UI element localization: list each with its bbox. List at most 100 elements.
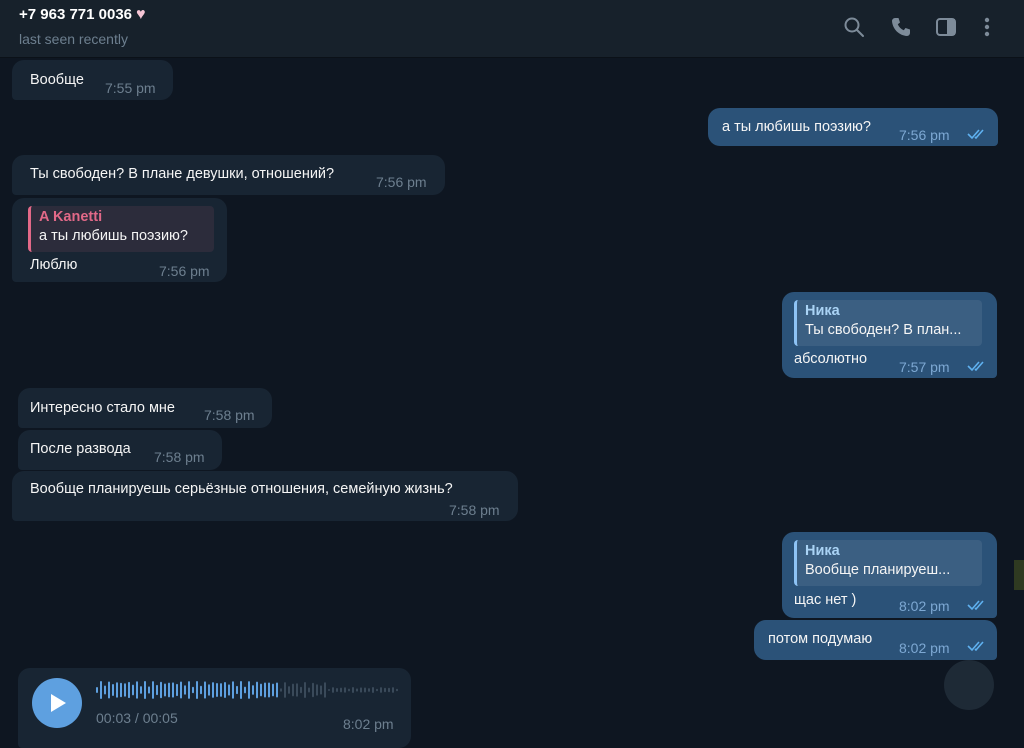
waveform-bar [120, 682, 122, 698]
waveform-bar [308, 687, 310, 693]
waveform-bar [288, 686, 290, 694]
message-time: 7:55 pm [105, 80, 156, 96]
message-incoming[interactable]: Вообще 7:55 pm [12, 60, 173, 100]
sidebar-toggle-icon[interactable] [935, 16, 957, 38]
waveform-bar [156, 684, 158, 696]
waveform-bar [372, 687, 374, 693]
waveform-bar [132, 684, 134, 696]
waveform-bar [136, 681, 138, 699]
message-outgoing[interactable]: а ты любишь поэзию? 7:56 pm [708, 108, 998, 146]
message-text: Люблю [30, 257, 78, 273]
waveform-bar [168, 682, 170, 698]
waveform-bar [316, 684, 318, 696]
more-vertical-icon[interactable] [976, 16, 998, 38]
waveform-bar [392, 687, 394, 693]
waveform-bar [260, 683, 262, 697]
waveform-bar [216, 682, 218, 698]
waveform-bar [232, 681, 234, 699]
waveform-bar [116, 682, 118, 698]
reply-author: Ника [805, 543, 840, 559]
double-check-icon [967, 599, 989, 611]
message-incoming[interactable]: Интересно стало мне 7:58 pm [18, 388, 272, 428]
reply-quote[interactable]: Ника Ты свободен? В план... [794, 300, 982, 346]
reply-text: Вообще планируеш... [805, 562, 951, 578]
contact-name[interactable]: +7 963 771 0036 ♥ [19, 6, 146, 24]
reply-quote[interactable]: Ника Вообще планируеш... [794, 540, 982, 586]
message-outgoing[interactable]: потом подумаю 8:02 pm [754, 620, 997, 660]
voice-progress: 00:03 / 00:05 [96, 710, 178, 726]
waveform-bar [164, 683, 166, 697]
waveform-bar [196, 681, 198, 699]
message-outgoing-reply[interactable]: Ника Вообще планируеш... щас нет ) 8:02 … [782, 532, 997, 618]
message-incoming[interactable]: Ты свободен? В плане девушки, отношений?… [12, 155, 445, 195]
waveform-bar [340, 687, 342, 693]
waveform-bar [348, 688, 350, 692]
search-icon[interactable] [843, 16, 865, 38]
waveform-bar [284, 682, 286, 698]
play-button[interactable] [32, 678, 82, 728]
message-time: 8:02 pm [343, 716, 394, 732]
message-text: абсолютно [794, 351, 868, 367]
contact-status: last seen recently [19, 31, 128, 47]
message-text: Ты свободен? В плане девушки, отношений? [30, 166, 335, 182]
window-edge [1014, 560, 1024, 590]
reply-text: а ты любишь поэзию? [39, 228, 188, 244]
waveform-bar [380, 687, 382, 693]
waveform-bar [172, 682, 174, 698]
waveform-bar [312, 682, 314, 698]
reply-author: Ника [805, 303, 840, 319]
double-check-icon [967, 640, 989, 652]
waveform-bar [332, 687, 334, 693]
waveform-bar [364, 687, 366, 693]
heart-icon: ♥ [136, 6, 146, 23]
reply-text: Ты свободен? В план... [805, 322, 962, 338]
waveform-bar [256, 681, 258, 699]
waveform-bar [96, 687, 98, 693]
waveform-bar [320, 685, 322, 695]
waveform-bar [376, 688, 378, 692]
message-text: Вообще планируешь серьёзные отношения, с… [30, 481, 453, 497]
waveform-bar [180, 681, 182, 699]
waveform-bar [204, 681, 206, 699]
double-check-icon [967, 128, 989, 140]
waveform-bar [160, 681, 162, 699]
voice-message[interactable]: 00:03 / 00:05 8:02 pm [18, 668, 411, 748]
waveform-bar [140, 686, 142, 694]
waveform-bar [324, 682, 326, 698]
waveform-bar [280, 688, 282, 692]
waveform-bar [276, 682, 278, 698]
waveform-bar [248, 681, 250, 699]
message-time: 7:58 pm [204, 407, 255, 423]
message-time: 7:56 pm [376, 174, 427, 190]
waveform-bar [352, 687, 354, 693]
reply-quote[interactable]: A Kanetti а ты любишь поэзию? [28, 206, 214, 252]
waveform-bar [300, 686, 302, 694]
reply-author: A Kanetti [39, 209, 103, 225]
message-incoming[interactable]: Вообще планируешь серьёзные отношения, с… [12, 471, 518, 521]
waveform-bar [396, 688, 398, 692]
message-text: потом подумаю [768, 631, 873, 647]
waveform-bar [268, 682, 270, 698]
waveform-bar [212, 682, 214, 698]
message-time: 8:02 pm [899, 598, 950, 614]
contact-title[interactable]: +7 963 771 0036 [19, 6, 132, 23]
play-icon [51, 694, 66, 712]
waveform-bar [144, 681, 146, 699]
waveform-bar [124, 683, 126, 697]
waveform-bar [292, 683, 294, 697]
waveform-bar [176, 683, 178, 697]
message-time: 7:56 pm [899, 127, 950, 143]
voice-waveform[interactable] [96, 680, 400, 700]
scroll-down-button[interactable] [944, 660, 994, 710]
message-text: Вообще [30, 72, 84, 88]
phone-icon[interactable] [890, 16, 912, 38]
waveform-bar [252, 685, 254, 695]
waveform-bar [200, 685, 202, 695]
waveform-bar [360, 687, 362, 693]
waveform-bar [356, 688, 358, 692]
message-outgoing-reply[interactable]: Ника Ты свободен? В план... абсолютно 7:… [782, 292, 997, 378]
message-incoming-reply[interactable]: A Kanetti а ты любишь поэзию? Люблю 7:56… [12, 198, 227, 282]
message-incoming[interactable]: После развода 7:58 pm [18, 430, 222, 470]
waveform-bar [336, 687, 338, 693]
message-list[interactable]: Вообще 7:55 pm а ты любишь поэзию? 7:56 … [0, 58, 1024, 748]
